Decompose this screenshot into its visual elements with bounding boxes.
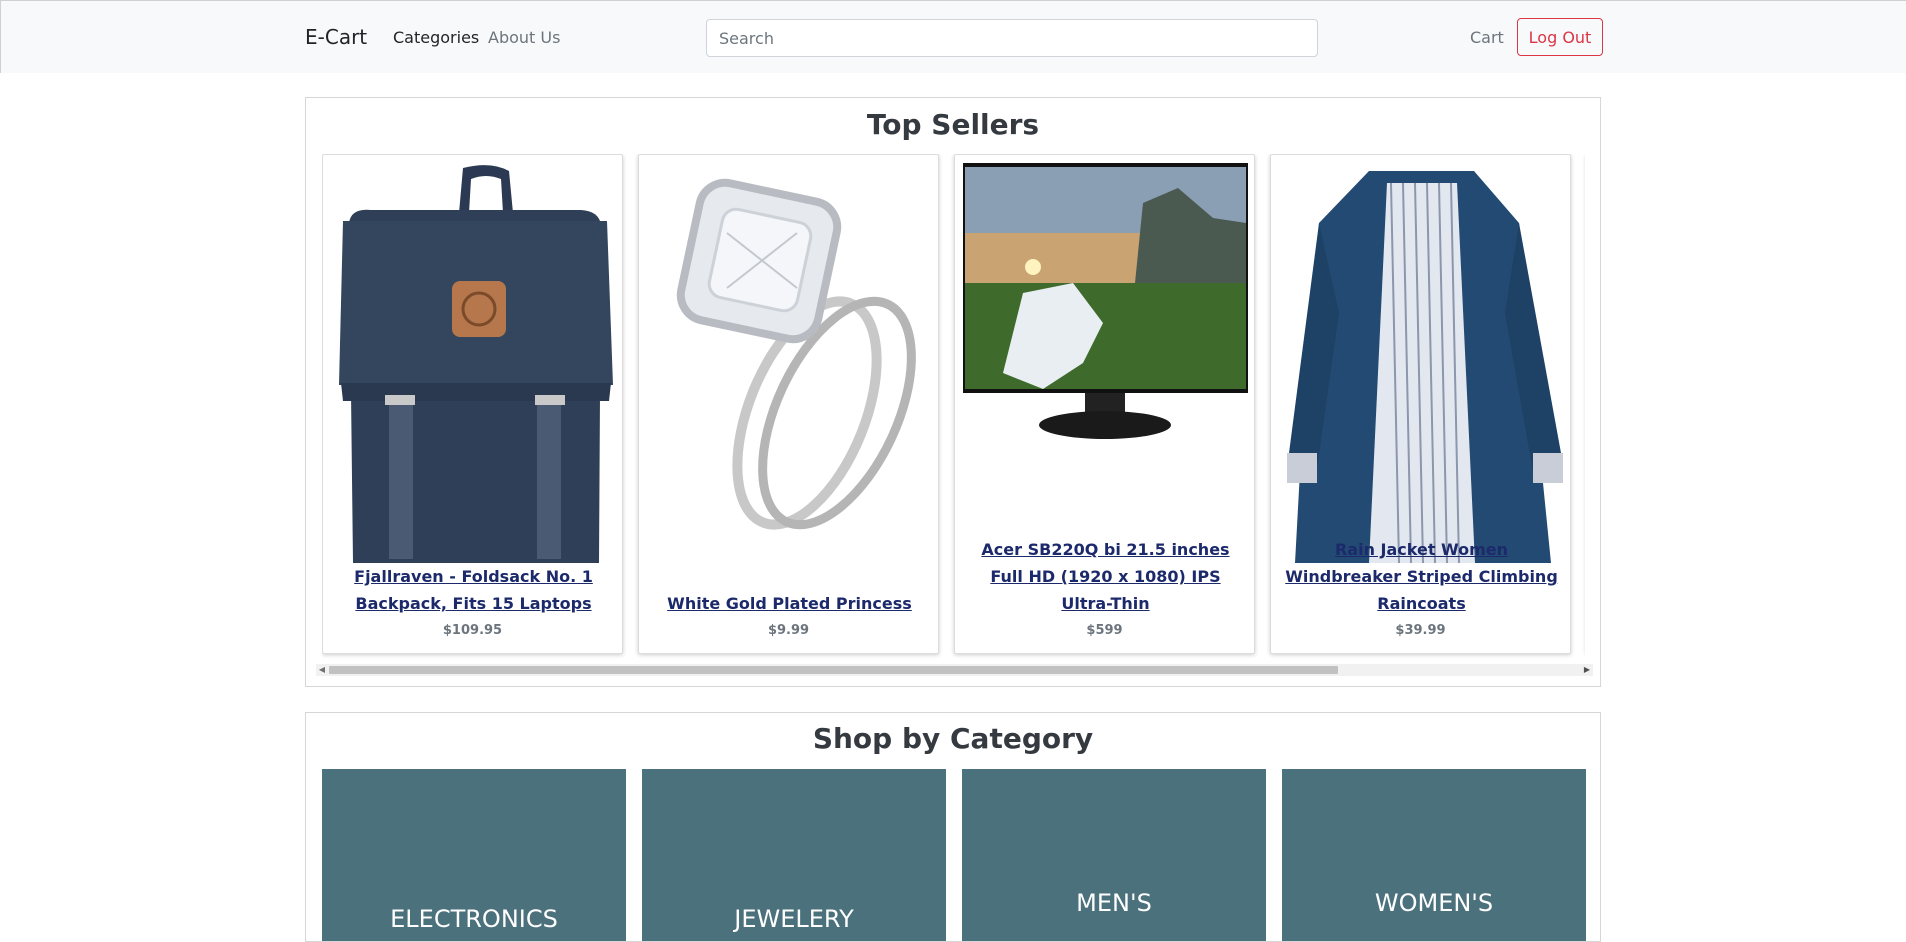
scroll-right-icon[interactable]: ▶ xyxy=(1581,664,1593,676)
top-sellers-section: Top Sellers Fjallraven - Foldsack No. 1 … xyxy=(305,97,1601,687)
product-title[interactable]: Fjallraven - Foldsack No. 1 Backpack, Fi… xyxy=(331,561,616,617)
category-label: WOMEN'S xyxy=(1374,889,1494,917)
backpack-image[interactable] xyxy=(331,163,616,563)
product-card[interactable]: Rain Jacket Women Windbreaker Striped Cl… xyxy=(1270,154,1571,654)
monitor-image[interactable] xyxy=(963,163,1248,563)
product-card[interactable]: Fjallraven - Foldsack No. 1 Backpack, Fi… xyxy=(322,154,623,654)
ring-image[interactable] xyxy=(647,163,932,563)
nav-about-us[interactable]: About Us xyxy=(488,28,560,47)
product-price: $39.99 xyxy=(1395,623,1446,638)
search-input[interactable] xyxy=(706,19,1318,57)
category-label: ELECTRONICS xyxy=(390,905,558,933)
brand-logo[interactable]: E-Cart xyxy=(305,25,367,49)
category-tile-electronics[interactable]: ELECTRONICS xyxy=(322,769,626,941)
scrollbar-thumb[interactable] xyxy=(329,666,1338,674)
product-card[interactable]: White Gold Plated Princess $9.99 xyxy=(638,154,939,654)
product-price: $109.95 xyxy=(442,623,503,638)
product-title[interactable]: White Gold Plated Princess xyxy=(647,561,932,617)
navbar: E-Cart Categories About Us Cart Log Out xyxy=(0,0,1906,73)
product-title[interactable]: Rain Jacket Women Windbreaker Striped Cl… xyxy=(1279,540,1564,617)
product-price: $9.99 xyxy=(767,623,810,638)
logout-button[interactable]: Log Out xyxy=(1517,18,1603,56)
shop-by-category-section: Shop by Category ELECTRONICS JEWELERY ME… xyxy=(305,712,1601,942)
category-label: MEN'S xyxy=(1076,889,1152,917)
product-card[interactable]: Acer SB220Q bi 21.5 inches Full HD (1920… xyxy=(954,154,1255,654)
product-price: $599 xyxy=(1086,623,1123,638)
category-tile-mens[interactable]: MEN'S xyxy=(962,769,1266,941)
category-tile-jewelery[interactable]: JEWELERY xyxy=(642,769,946,941)
top-sellers-title: Top Sellers xyxy=(866,108,1040,141)
cart-link[interactable]: Cart xyxy=(1470,28,1504,47)
scroll-left-icon[interactable]: ◀ xyxy=(316,664,328,676)
top-sellers-carousel[interactable]: Fjallraven - Foldsack No. 1 Backpack, Fi… xyxy=(322,154,1585,659)
nav-categories[interactable]: Categories xyxy=(393,28,479,47)
product-title[interactable]: Acer SB220Q bi 21.5 inches Full HD (1920… xyxy=(963,540,1248,617)
shop-by-category-title: Shop by Category xyxy=(812,722,1094,755)
jacket-image[interactable] xyxy=(1279,163,1564,563)
horizontal-scrollbar[interactable]: ◀ ▶ xyxy=(316,664,1593,676)
category-label: JEWELERY xyxy=(734,905,854,933)
category-tile-womens[interactable]: WOMEN'S xyxy=(1282,769,1586,941)
